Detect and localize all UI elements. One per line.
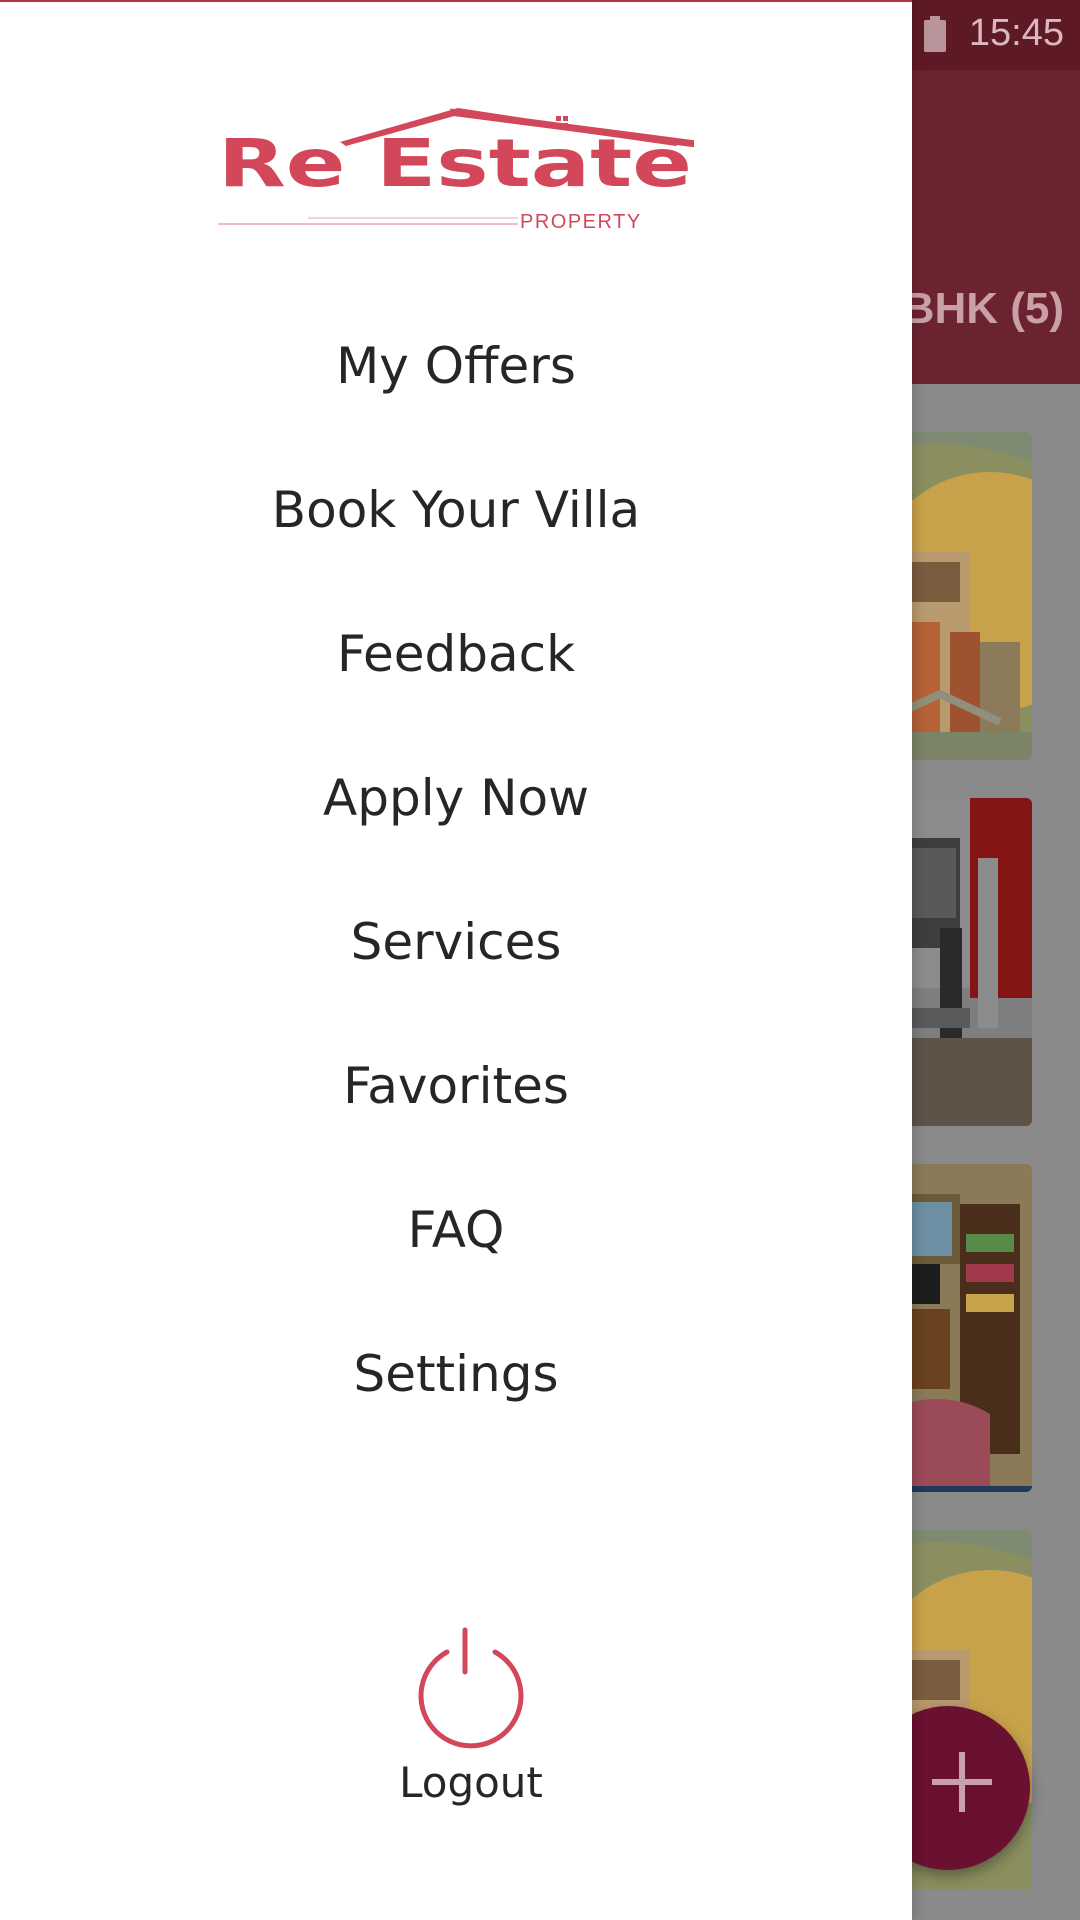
menu-item-favorites[interactable]: Favorites	[0, 1014, 912, 1158]
plus-icon	[932, 1752, 992, 1812]
menu-item-feedback[interactable]: Feedback	[0, 582, 912, 726]
battery-icon	[924, 16, 946, 52]
menu-item-services[interactable]: Services	[0, 870, 912, 1014]
svg-text:PROPERTY: PROPERTY	[520, 211, 642, 233]
logout-label: Logout	[399, 1758, 543, 1807]
menu-item-book-your-villa[interactable]: Book Your Villa	[0, 438, 912, 582]
app-screen: 15:45 2BHK (5) Re Estate PROPERTY My Off…	[0, 0, 1080, 1920]
menu-item-faq[interactable]: FAQ	[0, 1158, 912, 1302]
logout-button[interactable]: Logout	[346, 1626, 596, 1816]
drawer-menu: My Offers Book Your Villa Feedback Apply…	[0, 294, 912, 1446]
menu-item-my-offers[interactable]: My Offers	[0, 294, 912, 438]
status-time: 15:45	[968, 12, 1064, 54]
navigation-drawer: Re Estate PROPERTY My Offers Book Your V…	[0, 0, 912, 1920]
power-icon	[418, 1627, 524, 1749]
brand-logo: Re Estate PROPERTY	[218, 108, 694, 233]
menu-item-settings[interactable]: Settings	[0, 1302, 912, 1446]
svg-text:Re Estate: Re Estate	[218, 125, 692, 202]
menu-item-apply-now[interactable]: Apply Now	[0, 726, 912, 870]
